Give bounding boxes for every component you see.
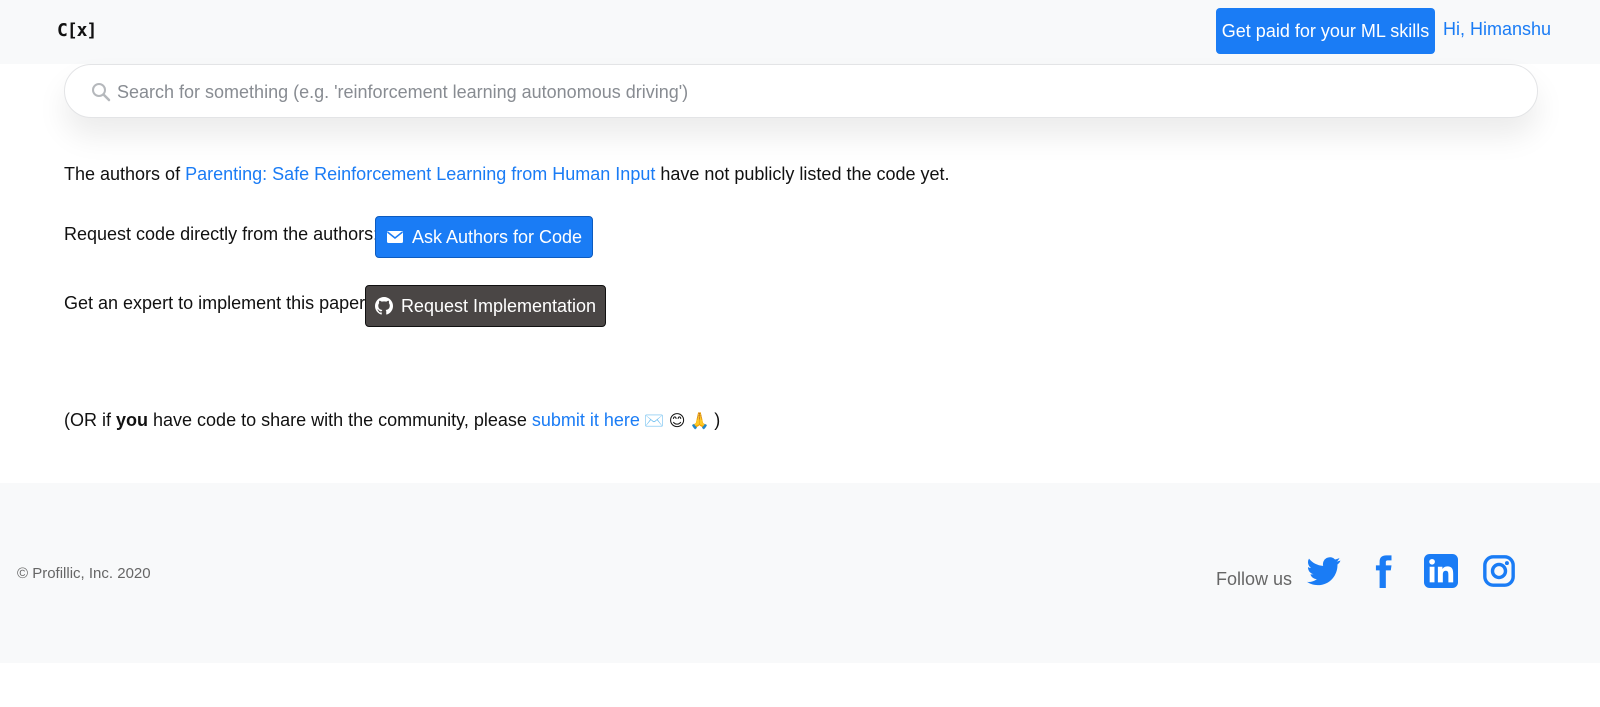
share-code-message: (OR if you have code to share with the c… [64, 410, 720, 431]
status-prefix: The authors of [64, 164, 186, 184]
paper-title-link[interactable]: Parenting: Safe Reinforcement Learning f… [185, 164, 655, 184]
footer: © Profillic, Inc. 2020 Follow us [0, 483, 1600, 663]
search-input[interactable] [115, 75, 1499, 109]
code-status-message: The authors of Parenting: Safe Reinforce… [64, 164, 950, 185]
request-implementation-button[interactable]: Request Implementation [365, 285, 606, 327]
submit-code-link[interactable]: submit it here [532, 410, 640, 430]
ask-authors-button[interactable]: Ask Authors for Code [375, 216, 593, 258]
status-suffix: have not publicly listed the code yet. [655, 164, 950, 184]
request-code-label: Request code directly from the authors: [64, 224, 379, 244]
user-greeting-link[interactable]: Hi, Himanshu [1443, 19, 1551, 40]
copyright: © Profillic, Inc. 2020 [17, 565, 151, 582]
share-prefix: (OR if [64, 410, 116, 430]
twitter-icon[interactable] [1307, 554, 1341, 588]
facebook-icon[interactable] [1366, 554, 1400, 588]
follow-us-label: Follow us [1216, 569, 1293, 589]
share-emojis: ✉️ 😊 🙏 [639, 413, 715, 430]
github-icon [374, 297, 393, 315]
envelope-icon [386, 231, 403, 243]
get-paid-button[interactable]: Get paid for your ML skills [1216, 8, 1435, 54]
share-middle: have code to share with the community, p… [148, 410, 532, 430]
search-icon [92, 83, 111, 102]
share-bold-you: you [116, 410, 149, 430]
expert-label: Get an expert to implement this paper: [64, 293, 371, 313]
instagram-icon[interactable] [1482, 554, 1516, 588]
search-bar[interactable] [64, 64, 1538, 118]
logo[interactable]: C[x] [57, 20, 97, 41]
share-suffix: ) [714, 410, 721, 430]
header: C[x] Get paid for your ML skills Hi, Him… [0, 0, 1600, 64]
request-implementation-label: Request Implementation [400, 295, 597, 316]
linkedin-icon[interactable] [1424, 554, 1458, 588]
ask-authors-label: Ask Authors for Code [411, 226, 583, 247]
